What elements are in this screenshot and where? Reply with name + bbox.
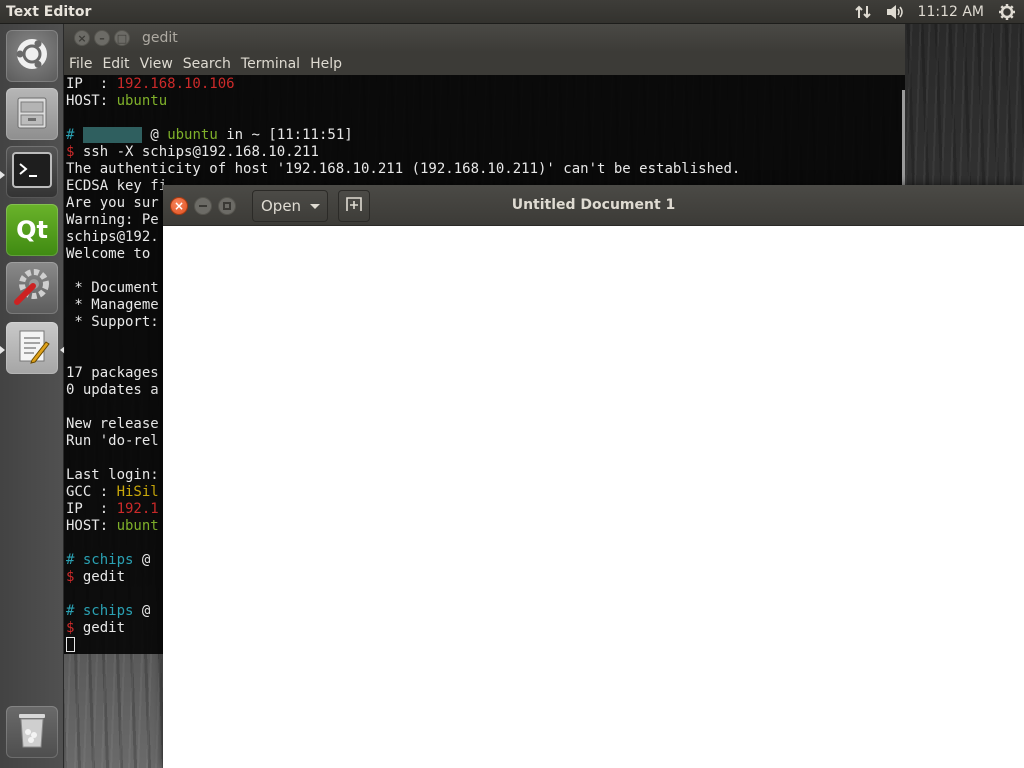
trash-icon (13, 710, 51, 754)
terminal-line: HOST: ubuntu (66, 93, 168, 109)
terminal-title: gedit (142, 30, 178, 46)
menu-terminal[interactable]: Terminal (241, 56, 300, 72)
settings-gear-icon[interactable] (998, 3, 1016, 21)
launcher-item-text-editor[interactable] (6, 322, 58, 374)
network-icon[interactable] (854, 3, 872, 21)
maximize-icon[interactable]: □ (114, 30, 130, 46)
minimize-icon[interactable]: – (94, 30, 110, 46)
active-app-title: Text Editor (6, 3, 92, 20)
open-label: Open (261, 197, 302, 215)
file-cabinet-icon (12, 92, 52, 136)
new-tab-icon (345, 195, 363, 217)
terminal-prompt-line: # @ ubuntu in ~ [11:11:51] (66, 127, 353, 143)
document-text-area[interactable] (163, 226, 1024, 768)
running-indicator (0, 171, 5, 179)
chevron-down-icon (310, 203, 321, 209)
running-indicator (0, 346, 5, 354)
launcher-item-trash[interactable] (6, 706, 58, 758)
terminal-cursor (66, 637, 75, 652)
launcher-item-files[interactable] (6, 88, 58, 140)
ubuntu-logo-icon (12, 34, 52, 78)
gedit-window[interactable]: × Open Untitled Document 1 (163, 185, 1024, 768)
maximize-icon[interactable] (218, 197, 236, 215)
wrench-gear-icon (11, 265, 53, 311)
launcher-item-dash[interactable] (6, 30, 58, 82)
menu-help[interactable]: Help (310, 56, 342, 72)
open-button[interactable]: Open (252, 190, 328, 222)
terminal-line: The authenticity of host '192.168.10.211… (66, 161, 741, 177)
launcher-item-qt-creator[interactable]: Qt (6, 204, 58, 256)
menu-view[interactable]: View (140, 56, 173, 72)
close-icon[interactable]: × (74, 30, 90, 46)
minimize-icon[interactable] (194, 197, 212, 215)
qt-logo-icon: Qt (16, 216, 48, 244)
terminal-menubar: File Edit View Search Terminal Help (64, 52, 905, 75)
terminal-line: IP : 192.168.10.106 (66, 76, 235, 92)
indicator-area: 11:12 AM (854, 3, 1024, 21)
terminal-scrollbar[interactable] (902, 90, 905, 190)
menu-search[interactable]: Search (183, 56, 231, 72)
terminal-icon (11, 151, 53, 193)
gedit-headerbar[interactable]: × Open (163, 185, 1024, 226)
launcher-item-system-settings[interactable] (6, 262, 58, 314)
text-editor-icon (12, 326, 52, 370)
top-panel: Text Editor 11:12 AM (0, 0, 1024, 24)
menu-file[interactable]: File (69, 56, 92, 72)
launcher: Qt (0, 24, 65, 768)
volume-icon[interactable] (886, 3, 904, 21)
menu-edit[interactable]: Edit (102, 56, 129, 72)
close-icon[interactable]: × (170, 197, 188, 215)
clock[interactable]: 11:12 AM (918, 4, 984, 20)
terminal-titlebar[interactable]: × – □ gedit (64, 24, 905, 52)
launcher-item-terminal[interactable] (6, 146, 58, 198)
new-document-button[interactable] (338, 190, 370, 222)
terminal-command-line: $ ssh -X schips@192.168.10.211 (66, 144, 319, 160)
